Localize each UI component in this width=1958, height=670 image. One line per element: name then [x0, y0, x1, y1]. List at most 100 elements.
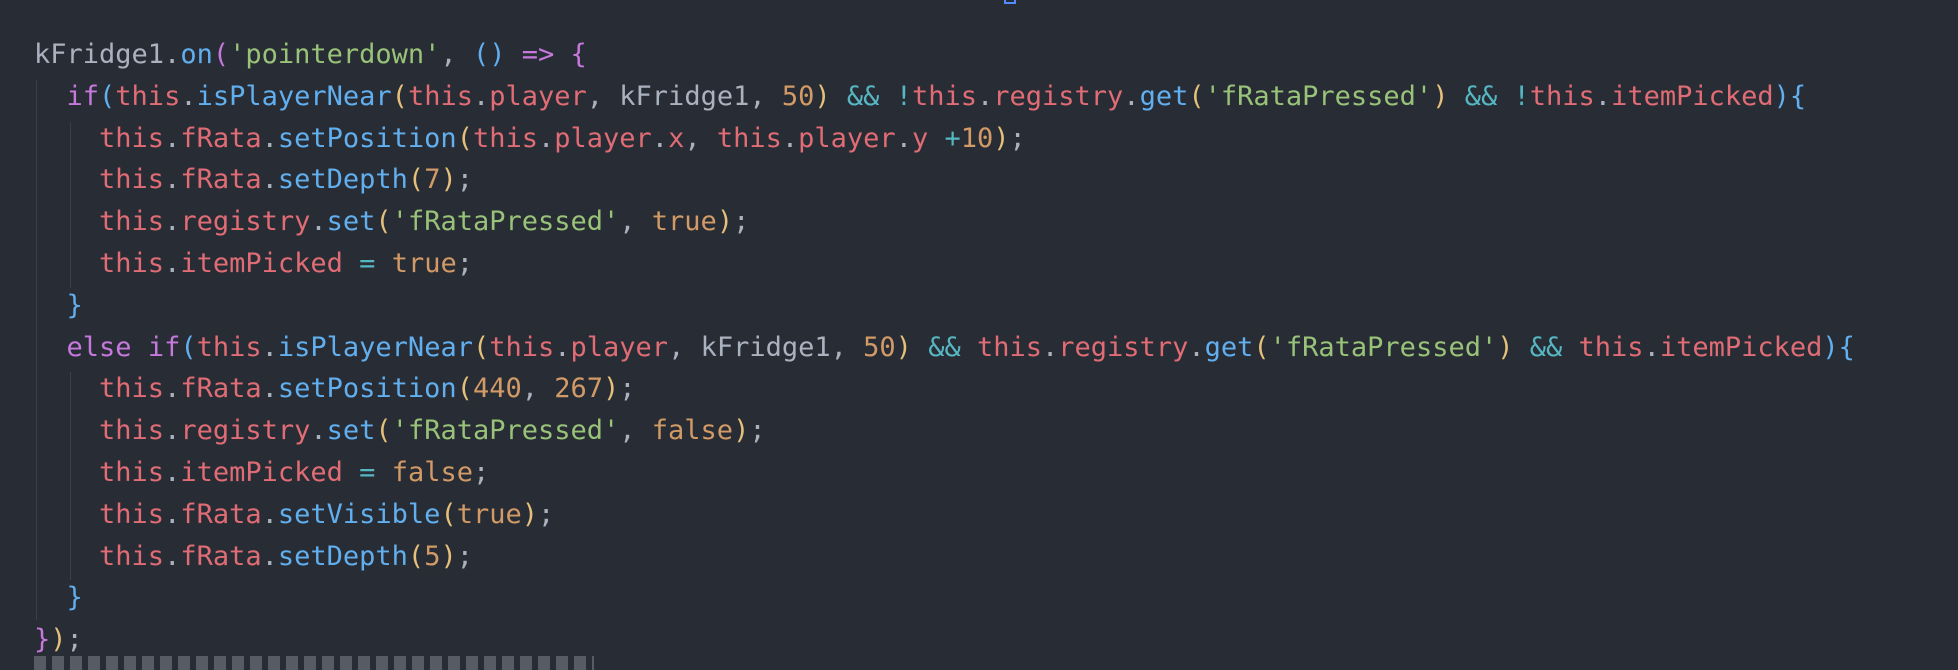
code-token: ; [749, 415, 766, 447]
code-token: . [261, 331, 278, 363]
code-line[interactable]: this.fRata.setPosition(this.player.x, th… [34, 118, 1026, 160]
code-token: ( [391, 80, 408, 112]
code-token: 5 [424, 540, 441, 572]
code-token: } [66, 582, 83, 614]
code-token: . [261, 498, 278, 530]
code-line[interactable]: this.fRata.setDepth(7); [34, 159, 473, 201]
code-token: 'fRataPressed' [1204, 80, 1433, 112]
code-token: 50 [863, 331, 896, 363]
code-line[interactable]: kFridge1.on('pointerdown', () => { [34, 34, 587, 76]
code-token: . [164, 540, 181, 572]
code-line[interactable]: }); [34, 619, 83, 661]
code-token: . [164, 39, 181, 70]
code-token: => [521, 39, 555, 70]
code-token: , [521, 373, 555, 405]
code-token: player [570, 331, 669, 363]
code-token: + [944, 122, 961, 154]
code-token: fRata [180, 540, 262, 572]
code-token: this [99, 248, 165, 279]
code-token: fRata [180, 498, 262, 530]
code-token: ( [212, 39, 230, 70]
code-token: . [1042, 331, 1059, 363]
code-token: true [651, 206, 717, 238]
code-token: ) [1773, 80, 1790, 112]
code-token: ( [440, 498, 457, 530]
code-token: isPlayerNear [277, 331, 473, 363]
code-token: . [472, 80, 490, 112]
code-line[interactable]: if(this.isPlayerNear(this.player, kFridg… [34, 76, 1807, 118]
code-token: this [99, 373, 165, 405]
code-token: 'fRataPressed' [391, 415, 620, 447]
code-token: this [716, 122, 782, 154]
code-token: x [668, 122, 685, 154]
code-token: this [99, 206, 165, 238]
code-token: . [310, 415, 327, 447]
code-token: 267 [554, 373, 604, 405]
code-token: . [1188, 331, 1205, 363]
code-token: . [164, 373, 181, 405]
code-line[interactable]: } [34, 577, 83, 619]
code-token: itemPicked [180, 457, 343, 488]
code-token: get [1204, 331, 1254, 363]
code-token: 'fRataPressed' [391, 206, 620, 238]
code-token: ; [733, 206, 750, 238]
code-token: ) [50, 624, 67, 656]
code-token: . [537, 122, 555, 154]
code-token: set [326, 206, 376, 238]
code-line[interactable]: this.itemPicked = true; [34, 243, 473, 285]
code-line[interactable]: this.fRata.setDepth(5); [34, 536, 473, 578]
code-token: . [1594, 80, 1612, 112]
code-token: ) [895, 331, 912, 363]
code-token: ) [440, 540, 457, 572]
code-token: . [310, 206, 327, 238]
code-token: && [928, 331, 961, 363]
code-token: . [895, 122, 912, 154]
code-token: this [99, 540, 165, 572]
code-token: ) [521, 498, 538, 530]
code-token: . [180, 80, 197, 112]
code-token: 10 [960, 122, 994, 154]
code-token: 50 [781, 80, 815, 112]
code-line[interactable]: this.itemPicked = false; [34, 452, 489, 494]
code-line[interactable]: this.fRata.setVisible(true); [34, 494, 554, 536]
code-token: ( [407, 540, 425, 572]
code-token: ; [66, 624, 83, 656]
code-token: . [781, 122, 799, 154]
code-token: setDepth [277, 540, 408, 572]
code-token: , kFridge1, [668, 331, 864, 363]
code-token: . [261, 122, 278, 154]
code-token: = [359, 457, 376, 488]
code-token: this [196, 331, 262, 363]
code-token: && [1464, 80, 1498, 112]
code-token: ) [440, 164, 457, 196]
code-line[interactable]: this.registry.set('fRataPressed', true); [34, 201, 749, 243]
code-token: ; [1009, 122, 1026, 154]
code-line[interactable]: } [34, 285, 83, 327]
code-token: this [99, 415, 165, 447]
code-line[interactable]: else if(this.isPlayerNear(this.player, k… [34, 327, 1855, 369]
code-token: ( [180, 331, 197, 363]
code-editor[interactable]: kFridge1.on('pointerdown', () => { if(th… [0, 0, 1958, 670]
code-token: player [554, 122, 652, 154]
code-line[interactable]: this.registry.set('fRataPressed', false)… [34, 410, 766, 452]
code-token: && [846, 80, 880, 112]
code-token: else [66, 331, 132, 363]
code-token: . [261, 164, 278, 196]
code-token: if [147, 331, 181, 363]
code-line[interactable]: this.fRata.setPosition(440, 267); [34, 368, 636, 410]
